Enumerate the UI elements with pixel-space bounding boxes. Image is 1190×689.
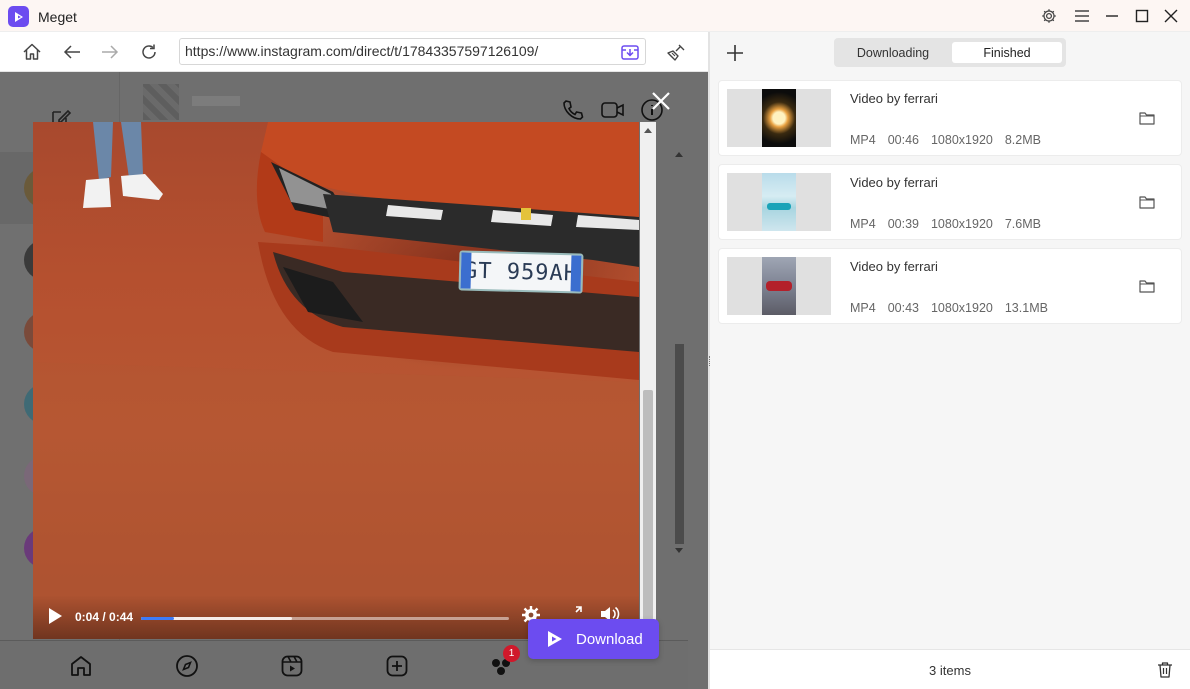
item-thumbnail [727, 257, 831, 315]
page-scrollbar[interactable] [672, 152, 686, 562]
browser-toolbar [0, 32, 708, 72]
item-size: 8.2MB [1004, 133, 1041, 147]
minimize-icon[interactable] [1102, 6, 1122, 26]
item-thumbnail [727, 173, 831, 231]
viewer-scroll-thumb[interactable] [643, 390, 653, 620]
video-call-icon [600, 98, 626, 122]
ig-reels-icon [280, 654, 304, 678]
clear-broom-icon[interactable] [665, 40, 689, 64]
item-resolution: 1080x1920 [930, 133, 993, 147]
tab-downloading[interactable]: Downloading [838, 42, 948, 63]
tab-finished[interactable]: Finished [952, 42, 1062, 63]
item-title: Video by ferrari [850, 259, 938, 274]
maximize-icon[interactable] [1132, 6, 1152, 26]
ig-create-icon [385, 654, 409, 678]
item-title: Video by ferrari [850, 175, 938, 190]
item-meta: MP4 00:39 1080x1920 7.6MB [850, 217, 1053, 231]
url-input[interactable] [185, 43, 605, 59]
ig-thread-avatar [143, 84, 179, 120]
notification-badge: 1 [503, 645, 520, 662]
scroll-down-arrow-icon[interactable] [675, 548, 683, 553]
item-count: 3 items [929, 663, 971, 678]
ig-home-icon [69, 654, 93, 678]
item-duration: 00:43 [887, 301, 919, 315]
menu-icon[interactable] [1072, 6, 1092, 26]
item-size: 7.6MB [1004, 217, 1041, 231]
list-item[interactable]: Video by ferrari MP4 00:39 1080x1920 7.6MB [718, 164, 1182, 240]
item-resolution: 1080x1920 [930, 217, 993, 231]
address-bar[interactable] [179, 38, 646, 65]
item-resolution: 1080x1920 [930, 301, 993, 315]
license-plate-text: GT 959AH [463, 258, 579, 286]
settings-gear-icon[interactable] [1039, 6, 1059, 26]
item-format: MP4 [850, 133, 876, 147]
meget-logo-icon [548, 631, 562, 647]
thumbnail-image [762, 89, 796, 147]
open-folder-icon[interactable] [1139, 195, 1155, 209]
add-icon[interactable] [724, 42, 746, 64]
item-format: MP4 [850, 217, 876, 231]
ig-explore-icon [175, 654, 199, 678]
list-item[interactable]: Video by ferrari MP4 00:46 1080x1920 8.2MB [718, 80, 1182, 156]
downloads-panel: Downloading Finished Video by ferrari MP… [710, 32, 1190, 689]
title-bar: Meget [0, 0, 1190, 32]
app-logo-icon [8, 6, 29, 27]
list-item[interactable]: Video by ferrari MP4 00:43 1080x1920 13.1MB [718, 248, 1182, 324]
trash-icon[interactable] [1156, 661, 1174, 679]
page-scroll-thumb[interactable] [675, 344, 684, 544]
back-arrow-icon[interactable] [60, 40, 84, 64]
web-view: GT 959AH 0:04 / 0:44 1 Download [0, 72, 708, 689]
video-time: 0:04 / 0:44 [75, 610, 134, 624]
item-meta: MP4 00:43 1080x1920 13.1MB [850, 301, 1060, 315]
scroll-up-arrow-icon[interactable] [675, 152, 683, 157]
item-meta: MP4 00:46 1080x1920 8.2MB [850, 133, 1053, 147]
item-duration: 00:39 [887, 217, 919, 231]
item-thumbnail [727, 89, 831, 147]
viewer-scrollbar[interactable] [640, 122, 656, 639]
item-size: 13.1MB [1004, 301, 1048, 315]
seek-bar[interactable] [141, 617, 509, 620]
thumbnail-image [762, 173, 796, 231]
license-plate: GT 959AH [458, 250, 584, 294]
thumbnail-image [762, 257, 796, 315]
download-button-label: Download [576, 630, 643, 648]
download-button[interactable]: Download [528, 619, 659, 659]
home-icon[interactable] [20, 40, 44, 64]
item-format: MP4 [850, 301, 876, 315]
item-duration: 00:46 [887, 133, 919, 147]
ig-thread-name [192, 96, 240, 106]
close-window-icon[interactable] [1161, 6, 1181, 26]
downloads-tab-switch: Downloading Finished [834, 38, 1066, 67]
seek-progress [141, 617, 175, 620]
page-download-icon[interactable] [620, 42, 640, 62]
open-folder-icon[interactable] [1139, 111, 1155, 125]
close-viewer-icon[interactable] [649, 89, 673, 113]
open-folder-icon[interactable] [1139, 279, 1155, 293]
item-title: Video by ferrari [850, 91, 938, 106]
app-title: Meget [38, 9, 77, 25]
reload-icon[interactable] [137, 40, 161, 64]
downloads-footer: 3 items [710, 649, 1190, 689]
forward-arrow-icon[interactable] [98, 40, 122, 64]
video-frame [33, 122, 639, 639]
phone-icon [561, 98, 585, 122]
video-player[interactable]: GT 959AH 0:04 / 0:44 [33, 122, 639, 639]
play-icon[interactable] [47, 607, 63, 625]
viewer-scroll-up-icon[interactable] [644, 128, 652, 133]
